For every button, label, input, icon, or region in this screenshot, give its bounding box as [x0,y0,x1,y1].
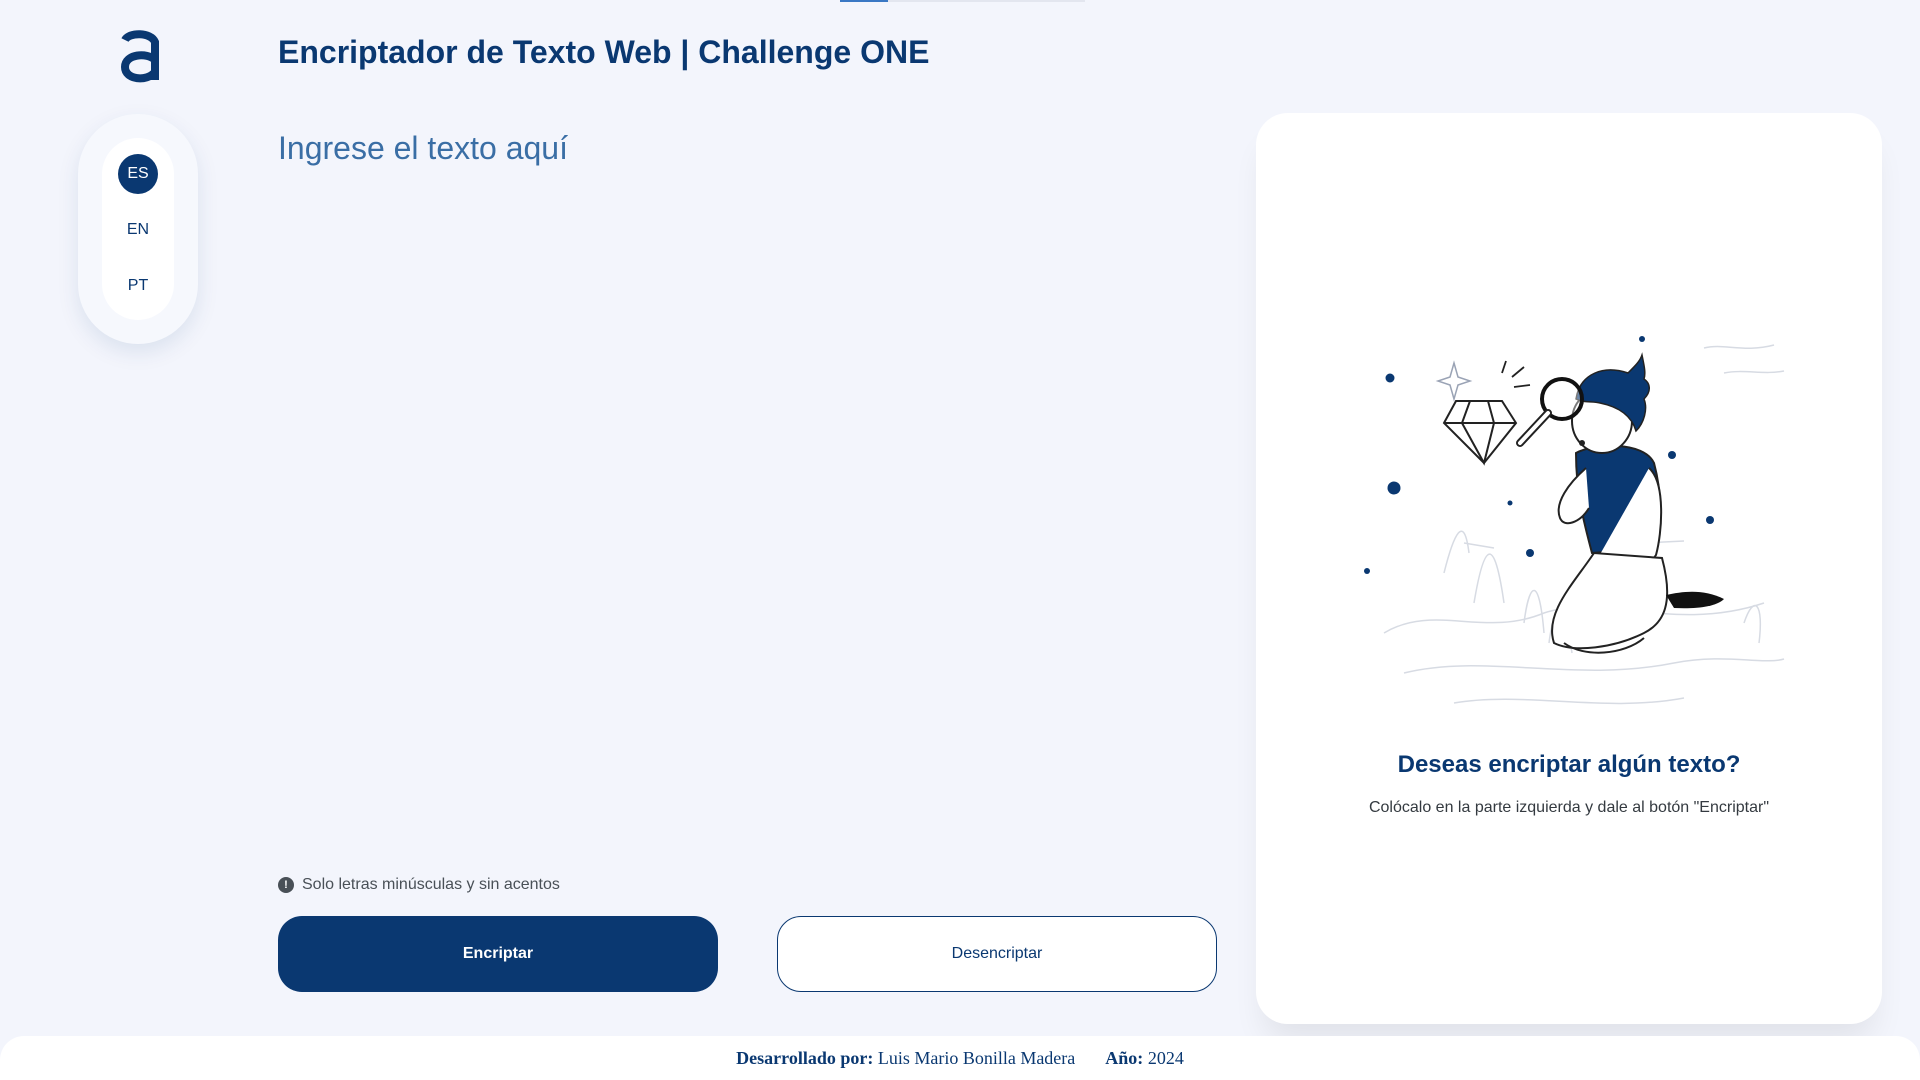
language-switcher: ES EN PT [78,114,198,344]
footer-developer: Desarrollado por: Luis Mario Bonilla Mad… [736,1048,1075,1069]
lang-button-es[interactable]: ES [118,154,158,194]
top-scroll-indicator-active [840,0,888,2]
output-title: Deseas encriptar algún texto? [1397,751,1741,778]
encrypt-button[interactable]: Encriptar [278,916,718,992]
footer: Desarrollado por: Luis Mario Bonilla Mad… [0,1036,1920,1080]
decrypt-button[interactable]: Desencriptar [777,916,1217,992]
alura-logo-icon [120,30,159,83]
footer-year-label: Año: [1105,1047,1144,1068]
person-with-magnifier-illustration [1364,336,1785,705]
page-title: Encriptador de Texto Web | Challenge ONE [278,34,930,70]
input-hint: ! Solo letras minúsculas y sin acentos [278,876,560,894]
footer-year: Año: 2024 [1105,1048,1184,1069]
output-subtitle: Colócalo en la parte izquierda y dale al… [1368,799,1770,816]
lang-button-en[interactable]: EN [118,210,158,250]
footer-year-value: 2024 [1147,1047,1184,1068]
output-card: Deseas encriptar algún texto? Colócalo e… [1256,113,1882,1024]
lang-button-pt[interactable]: PT [118,266,158,306]
input-hint-text: Solo letras minúsculas y sin acentos [302,876,560,893]
top-scroll-indicator [840,0,1085,2]
footer-developer-name: Luis Mario Bonilla Madera [877,1047,1076,1068]
exclamation-circle-icon: ! [278,877,294,893]
language-switcher-inner: ES EN PT [102,138,174,320]
footer-developer-label: Desarrollado por: [736,1047,874,1068]
text-input[interactable] [278,130,1208,850]
